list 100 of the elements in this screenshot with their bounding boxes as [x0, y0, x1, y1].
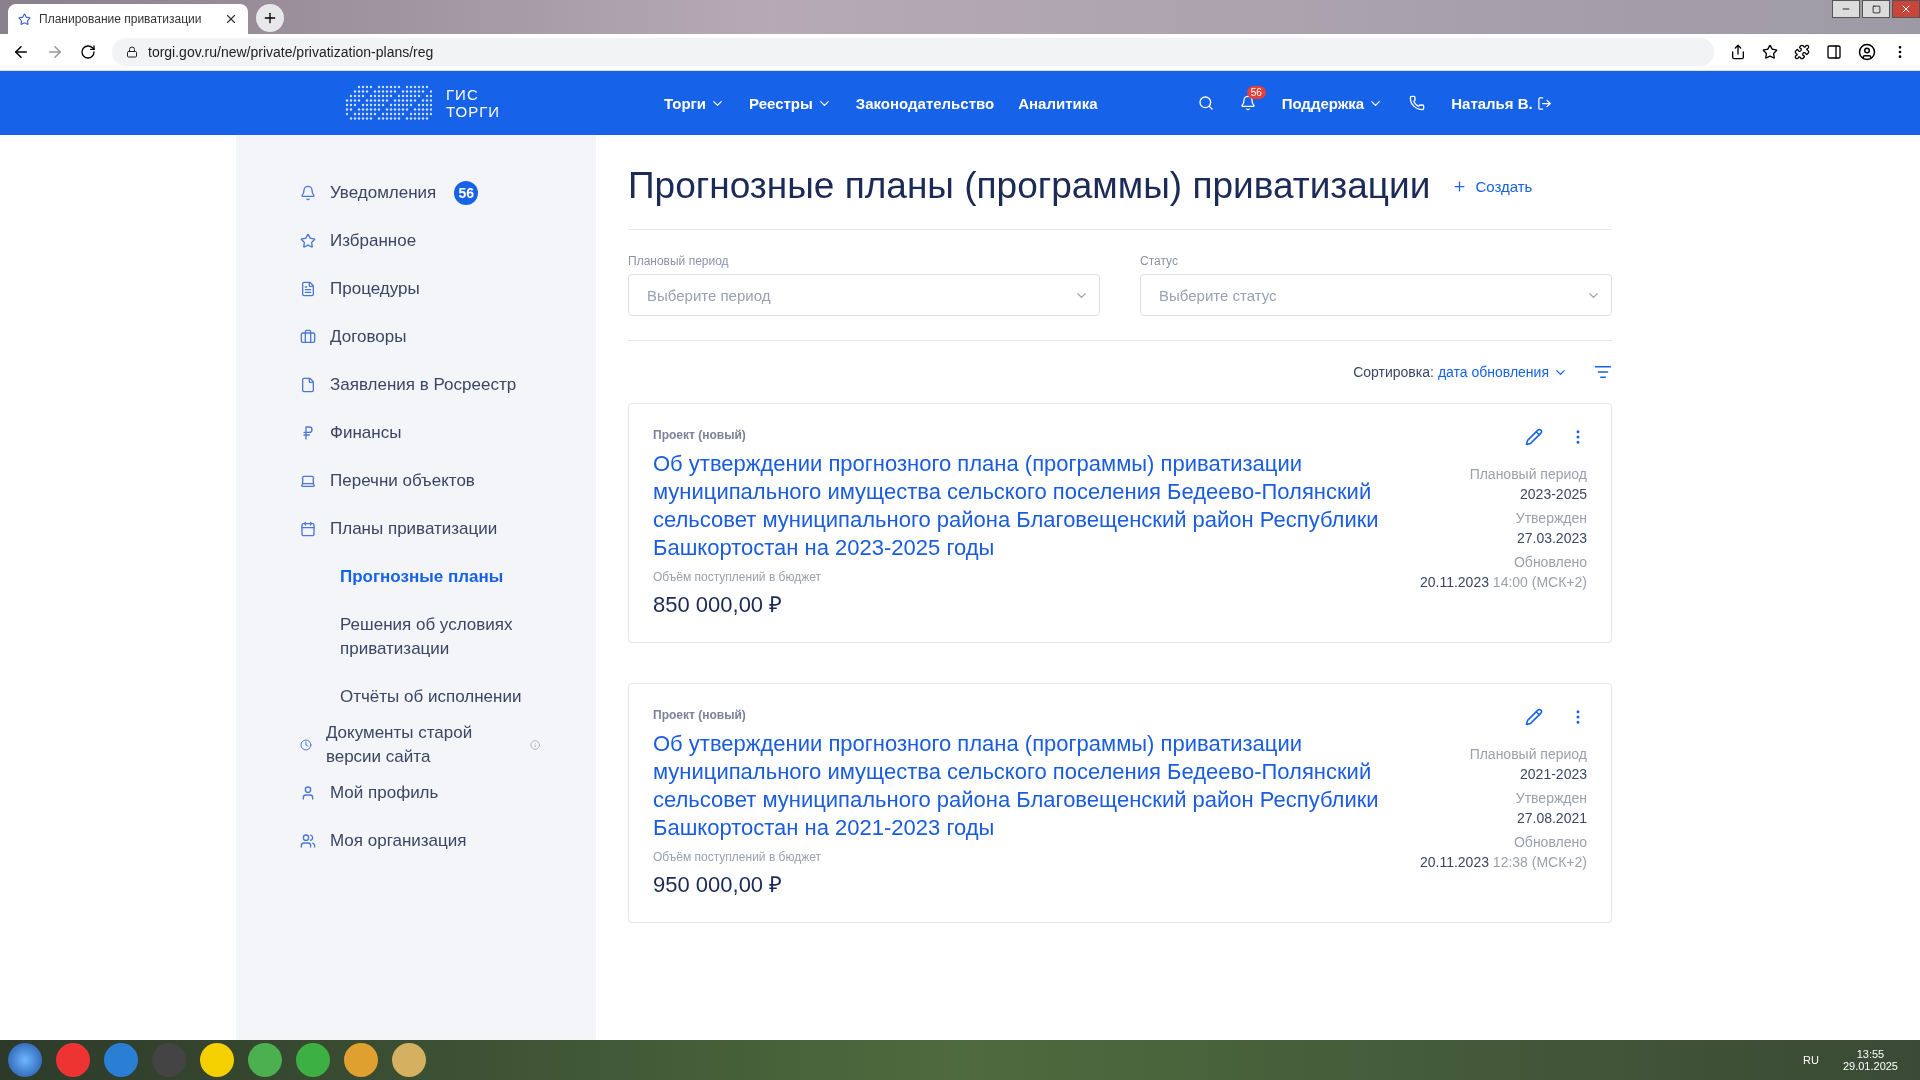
sidebar-icon: [300, 833, 316, 849]
sidebar-label: Планы приватизации: [330, 518, 498, 540]
meta-value: 20.11.2023 12:38 (МСК+2): [1419, 854, 1587, 870]
meta-value: 2021-2023: [1520, 766, 1587, 782]
minimize-button[interactable]: [1832, 0, 1860, 18]
sidebar-item[interactable]: Процедуры: [236, 265, 596, 313]
side-panel-icon[interactable]: [1826, 44, 1842, 60]
taskbar-app-icon[interactable]: [296, 1043, 330, 1077]
maximize-button[interactable]: [1862, 0, 1890, 18]
edit-icon[interactable]: [1525, 428, 1543, 446]
meta-value: 2023-2025: [1520, 486, 1587, 502]
bell-icon[interactable]: [1239, 95, 1256, 111]
budget-amount: 950 000,00 ₽: [653, 871, 784, 898]
back-icon[interactable]: [12, 43, 30, 61]
sort-label: Сортировка:: [1353, 364, 1434, 380]
budget-label: Объём поступлений в бюджет: [653, 570, 823, 584]
support-menu[interactable]: Поддержка: [1281, 94, 1384, 112]
edit-icon[interactable]: [1525, 708, 1543, 726]
plan-title-link[interactable]: Об утверждении прогнозного плана (программы) приватизации муниципального имущества сельского поселения Бедеево-Полянский сельсовет муниципального района Благовещенский район Республики Башкортостан на 2021-2023 годы: [653, 730, 1383, 842]
filter-label: Плановый период: [628, 254, 730, 268]
nav-link[interactable]: Аналитика: [1018, 94, 1098, 112]
taskbar-app-icon[interactable]: [344, 1043, 378, 1077]
meta-label: Утвержден: [1515, 790, 1587, 806]
sidebar-icon: [300, 185, 316, 201]
clock-date: 29.01.2025: [1842, 1060, 1898, 1072]
close-icon: [1900, 3, 1912, 15]
sidebar-label: Заявления в Росреестр: [330, 374, 517, 396]
sidebar-label: Договоры: [330, 326, 407, 348]
sidebar-label: Финансы: [330, 422, 402, 444]
logout-icon: [1536, 95, 1552, 111]
browser-tab[interactable]: Планирование приватизации: [8, 4, 248, 34]
sidebar-item[interactable]: Планы приватизации: [236, 505, 596, 553]
tab-title: Планирование приватизации: [39, 12, 203, 26]
language-indicator[interactable]: RU: [1803, 1054, 1819, 1066]
meta-value: 27.03.2023: [1516, 530, 1587, 546]
sidebar-subitem[interactable]: Прогнозные планы: [236, 553, 596, 601]
sidebar-icon: [300, 785, 316, 801]
nav-link[interactable]: Законодательство: [855, 94, 995, 112]
profile-icon[interactable]: [1858, 43, 1876, 61]
plus-icon: [262, 10, 278, 26]
taskbar-app-icon[interactable]: [248, 1043, 282, 1077]
address-field[interactable]: torgi.gov.ru/new/private/privatization-plans/reg: [112, 38, 1714, 66]
sidebar-label: Уведомления: [330, 182, 437, 204]
sidebar-item[interactable]: Моя организация: [236, 817, 596, 865]
page-title: Прогнозные планы (программы) приватизации: [628, 165, 1431, 207]
sidebar-label: Процедуры: [330, 278, 420, 300]
sidebar-label: Моя организация: [330, 830, 467, 852]
sidebar-item[interactable]: Документы старой версии сайта: [236, 721, 596, 769]
sidebar-subitem[interactable]: Отчёты об исполнении: [236, 673, 596, 721]
logo-text: ГИС: [446, 86, 480, 103]
taskbar-app-icon[interactable]: [200, 1043, 234, 1077]
sidebar-icon: [300, 425, 316, 441]
status-label: Проект (новый): [653, 708, 747, 722]
status-label: Проект (новый): [653, 428, 747, 442]
sidebar-label: Документы старой версии сайта: [325, 722, 474, 768]
sort-icon[interactable]: [1594, 363, 1612, 381]
sidebar-item[interactable]: Мой профиль: [236, 769, 596, 817]
share-icon[interactable]: [1730, 44, 1746, 60]
bookmark-star-icon[interactable]: [1762, 44, 1778, 60]
sidebar-label: Мой профиль: [330, 782, 439, 804]
sidebar-icon: [300, 233, 316, 249]
filter-label: Статус: [1140, 254, 1179, 268]
sidebar-icon: [300, 737, 312, 753]
sidebar-item[interactable]: Заявления в Росреестр: [236, 361, 596, 409]
close-window-button[interactable]: [1892, 0, 1920, 18]
plan-title-link[interactable]: Об утверждении прогнозного плана (программы) приватизации муниципального имущества сельского поселения Бедеево-Полянский сельсовет муниципального района Благовещенский район Республики Башкортостан на 2023-2025 годы: [653, 450, 1383, 562]
nav-link[interactable]: Реестры: [749, 94, 832, 112]
forward-icon[interactable]: [46, 43, 64, 61]
sidebar-icon: [300, 281, 316, 297]
taskbar-app-icon[interactable]: [392, 1043, 426, 1077]
sidebar-icon: [300, 377, 316, 393]
clock-time: 13:55: [1856, 1048, 1885, 1060]
budget-label: Объём поступлений в бюджет: [653, 850, 823, 864]
start-button[interactable]: [8, 1043, 42, 1077]
nav-link[interactable]: Торги: [664, 94, 725, 112]
user-menu[interactable]: Наталья В.: [1451, 94, 1552, 112]
taskbar-app-icon[interactable]: [56, 1043, 90, 1077]
phone-icon[interactable]: [1409, 95, 1426, 111]
create-button[interactable]: Создать: [1452, 177, 1533, 195]
extensions-icon[interactable]: [1794, 44, 1810, 60]
meta-label: Обновлено: [1514, 834, 1587, 850]
sidebar-item[interactable]: Уведомления 56: [236, 169, 596, 217]
sidebar-subitem[interactable]: Решения об условиях приватизации: [236, 601, 596, 673]
close-icon[interactable]: [224, 12, 238, 26]
reload-icon[interactable]: [80, 44, 96, 60]
sort-dropdown[interactable]: дата обновления: [1437, 364, 1568, 380]
sidebar-item[interactable]: Избранное: [236, 217, 596, 265]
new-tab-button[interactable]: [256, 4, 284, 32]
sidebar-label: Избранное: [330, 230, 417, 252]
maximize-icon: [1871, 4, 1881, 14]
meta-label: Плановый период: [1469, 746, 1587, 762]
sidebar-item[interactable]: Договоры: [236, 313, 596, 361]
sidebar-item[interactable]: Финансы: [236, 409, 596, 457]
sidebar-item[interactable]: Перечни объектов: [236, 457, 596, 505]
budget-amount: 850 000,00 ₽: [653, 591, 784, 618]
site-icon: [18, 12, 31, 26]
search-icon[interactable]: [1197, 95, 1214, 111]
meta-label: Утвержден: [1515, 510, 1587, 526]
plus-icon: [1452, 178, 1468, 194]
sidebar-icon: [300, 521, 316, 537]
